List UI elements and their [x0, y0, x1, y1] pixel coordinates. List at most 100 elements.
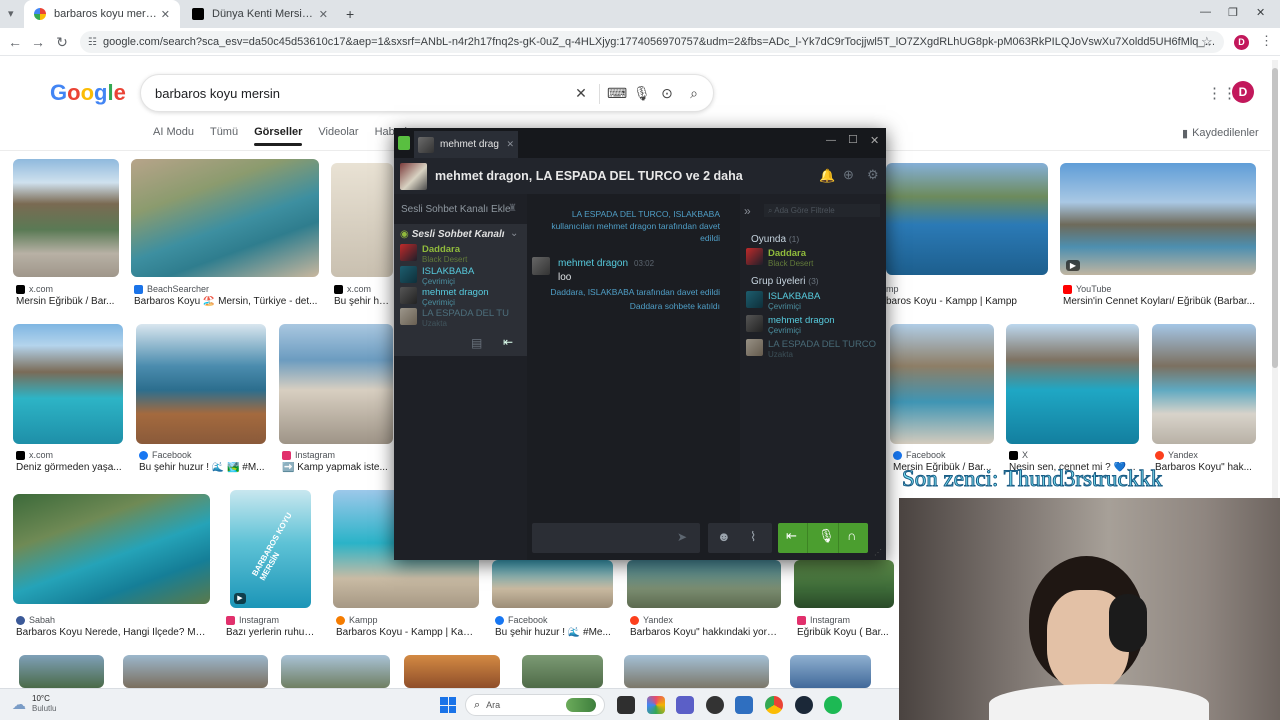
add-friend-icon[interactable]: ⊕ — [843, 167, 854, 183]
member-row[interactable]: mehmet dragon Çevrimiçi — [746, 315, 835, 335]
attachment-icon[interactable]: ⌇ — [750, 529, 756, 545]
emoji-icon[interactable]: ☻ — [717, 529, 731, 544]
member-row[interactable]: Daddara Black Desert — [746, 248, 813, 268]
site-info-icon[interactable]: ☷ — [88, 37, 97, 48]
image-result[interactable] — [624, 655, 769, 688]
image-result[interactable] — [131, 159, 319, 277]
microphone-icon[interactable]: 🎙 — [818, 528, 835, 544]
voice-channel-header[interactable]: ◉ Sesli Sohbet Kanalı — [400, 229, 505, 240]
message-author[interactable]: mehmet dragon — [558, 258, 628, 269]
copilot-icon[interactable] — [647, 696, 665, 714]
image-result[interactable] — [627, 560, 781, 608]
result-title[interactable]: Bu şehir huzur ! 🌊 🏞️ #M... — [139, 462, 265, 473]
saved-link[interactable]: ▮ Kaydedilenler — [1182, 127, 1259, 140]
settings-gear-icon[interactable]: ⚙ — [867, 167, 879, 183]
new-tab-button[interactable]: + — [346, 6, 354, 22]
image-result[interactable] — [794, 560, 894, 608]
voice-member[interactable]: ISLAKBABA Çevrimiçi — [400, 266, 474, 286]
voice-member[interactable]: Daddara Black Desert — [400, 244, 467, 264]
tab-images[interactable]: Görseller — [254, 126, 303, 146]
image-result[interactable] — [1006, 324, 1139, 444]
image-result[interactable] — [492, 560, 613, 608]
windows-start-icon[interactable] — [440, 697, 456, 713]
image-result[interactable] — [13, 324, 123, 444]
add-voice-channel-link[interactable]: Sesli Sohbet Kanalı Ekle — [401, 204, 511, 215]
close-tab-icon[interactable]: ✕ — [161, 8, 170, 21]
close-chat-tab-icon[interactable]: ✕ — [506, 139, 514, 150]
image-result[interactable]: BARBAROS KOYU MERSİN ▶ — [230, 490, 311, 608]
spotify-icon[interactable] — [824, 696, 842, 714]
browser-menu-icon[interactable]: ⋮ — [1260, 33, 1273, 49]
result-title[interactable]: Barbaros Koyu" hakkındaki yoru... — [630, 627, 780, 638]
image-result[interactable] — [890, 324, 994, 444]
voice-member[interactable]: mehmet dragon Çevrimiçi — [400, 287, 489, 307]
image-result[interactable] — [123, 655, 268, 688]
result-title[interactable]: Barbaros Koyu Nerede, Hangi İlçede? Mer.… — [16, 627, 210, 638]
google-profile-avatar[interactable]: D — [1232, 81, 1254, 103]
weather-widget[interactable]: ☁ 10°C Bulutlu — [12, 694, 56, 714]
tab-google-search[interactable]: barbaros koyu mersin - Google ✕ — [24, 0, 180, 28]
member-row[interactable]: ISLAKBABA Çevrimiçi — [746, 291, 820, 311]
resize-grip-icon[interactable]: ⋰ — [874, 548, 882, 557]
member-filter-input[interactable]: ⌕ Ada Göre Filtrele — [764, 204, 880, 217]
taskbar-search[interactable]: ⌕ Ara — [465, 694, 605, 716]
image-result[interactable] — [136, 324, 266, 444]
voice-settings-icon[interactable]: ▤ — [471, 336, 482, 350]
result-title[interactable]: Barbaros Koyu 🏖️ Mersin, Türkiye - det..… — [134, 296, 318, 307]
result-title[interactable]: ➡️ Kamp yapmak iste... — [282, 462, 392, 473]
result-title[interactable]: Bu şehir huzur ! 🌊 #Me... — [495, 627, 611, 638]
result-title[interactable]: Bu şehir huzur — [334, 296, 392, 307]
back-icon[interactable]: ← — [6, 33, 24, 51]
search-input[interactable]: barbaros koyu mersin — [155, 86, 280, 101]
tab-ai-mode[interactable]: AI Modu — [153, 126, 194, 146]
result-title[interactable]: Mersin'in Cennet Koyları/ Eğribük (Barba… — [1063, 296, 1255, 307]
google-lens-icon[interactable]: ⊙ — [659, 85, 675, 101]
forward-icon[interactable]: → — [29, 33, 47, 51]
voice-channel-add-icon[interactable]: ♜ — [508, 203, 517, 214]
steam-icon[interactable] — [795, 696, 813, 714]
image-result[interactable] — [13, 159, 119, 277]
teams-icon[interactable] — [676, 696, 694, 714]
result-title[interactable]: Bazı yerlerin ruhun... — [226, 627, 318, 638]
steam-maximize-button[interactable]: ☐ — [848, 133, 858, 146]
result-title[interactable]: Deniz görmeden yaşa... — [16, 462, 122, 473]
image-result[interactable] — [790, 655, 871, 688]
window-restore-button[interactable]: ❐ — [1228, 6, 1238, 19]
file-explorer-icon[interactable] — [735, 696, 753, 714]
result-title[interactable]: Mersin Eğribük / Bar... — [16, 296, 120, 307]
tab-videos[interactable]: Videolar — [318, 126, 358, 146]
search-icon[interactable]: ⌕ — [686, 85, 702, 101]
chevron-down-icon[interactable]: ⌄ — [510, 228, 518, 239]
result-title[interactable]: Eğribük Koyu ( Bar... — [797, 627, 893, 638]
send-icon[interactable]: ➤ — [677, 530, 687, 544]
chrome-icon[interactable] — [765, 696, 783, 714]
clear-search-icon[interactable]: ✕ — [573, 85, 589, 101]
headphones-icon[interactable]: ∩ — [847, 528, 856, 543]
voice-member[interactable]: LA ESPADA DEL TU Uzakta — [400, 308, 509, 328]
leave-voice-icon[interactable]: ⇤ — [497, 333, 519, 351]
omnibox[interactable]: ☷ google.com/search?sca_esv=da50c45d5361… — [80, 31, 1224, 53]
image-result[interactable] — [279, 324, 393, 444]
obs-icon[interactable] — [706, 696, 724, 714]
image-result[interactable] — [281, 655, 390, 688]
tab-all[interactable]: Tümü — [210, 126, 238, 146]
collapse-panel-icon[interactable]: » — [744, 204, 751, 218]
message-input[interactable]: ➤ — [532, 523, 700, 553]
image-result[interactable] — [13, 494, 210, 604]
steam-minimize-button[interactable]: — — [826, 135, 836, 146]
image-result[interactable] — [1152, 324, 1256, 444]
window-close-button[interactable]: ✕ — [1256, 6, 1265, 19]
image-result[interactable] — [331, 163, 393, 277]
tab-list-icon[interactable]: ▾ — [8, 7, 22, 21]
notification-bell-icon[interactable]: 🔔 — [819, 168, 835, 184]
image-result[interactable]: ▶ — [1060, 163, 1256, 275]
leave-voice-icon[interactable]: ⇤ — [786, 528, 797, 544]
keyboard-icon[interactable]: ⌨ — [607, 85, 627, 101]
reload-icon[interactable]: ↻ — [53, 33, 71, 51]
browser-profile-avatar[interactable]: D — [1234, 35, 1249, 50]
window-minimize-button[interactable]: — — [1200, 6, 1211, 18]
scrollbar-thumb[interactable] — [1272, 68, 1278, 368]
image-result[interactable] — [404, 655, 500, 688]
search-box[interactable]: barbaros koyu mersin ✕ ⌨ 🎙 ⊙ ⌕ — [140, 74, 714, 112]
google-logo[interactable]: Google — [50, 80, 126, 106]
